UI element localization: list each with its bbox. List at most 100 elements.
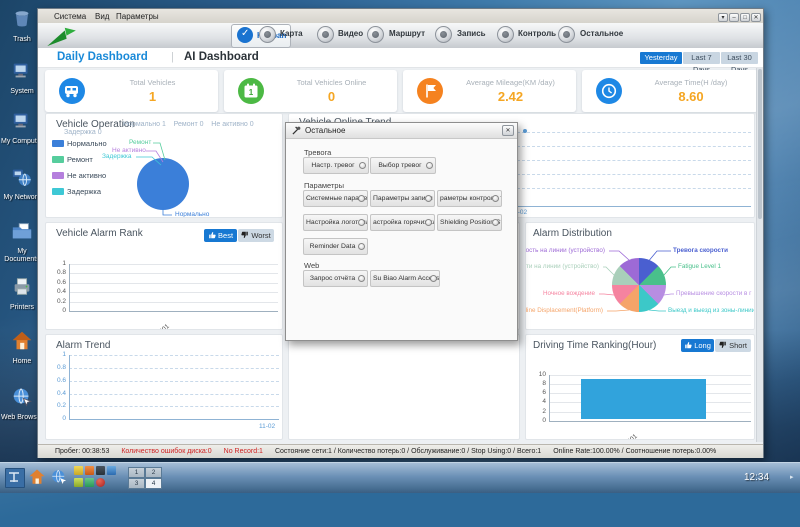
y-tick: 2: [528, 408, 546, 415]
toolbar-misc-button[interactable]: Остальное: [580, 29, 623, 38]
card-value: 8.60: [630, 89, 752, 104]
menu-view[interactable]: Вид: [95, 12, 109, 21]
taskbar-app-icon[interactable]: [5, 468, 25, 488]
filter-last-30-days[interactable]: Last 30 Days: [721, 52, 758, 64]
browser-icon: [11, 386, 33, 408]
record-params-button[interactable]: Параметры записи: [370, 190, 435, 207]
quick-launch-icon[interactable]: [85, 478, 94, 487]
pie-callout-label: Задержка: [102, 153, 132, 160]
button-badge-icon: [358, 243, 365, 250]
svg-text:1: 1: [249, 88, 254, 97]
pie-label: Offline Displacement(Platform): [525, 307, 603, 314]
y-tick: 0.4: [48, 390, 66, 397]
reminder-data-button[interactable]: Reminder Data: [303, 238, 368, 255]
tab-ai-dashboard[interactable]: AI Dashboard: [184, 51, 259, 63]
alarm-select-button[interactable]: Выбор тревог: [370, 157, 436, 174]
quick-launch-icon[interactable]: [107, 466, 116, 475]
workspace-1[interactable]: 1: [128, 467, 145, 478]
taskbar-browser-icon[interactable]: [50, 468, 68, 486]
map-icon[interactable]: [259, 26, 276, 43]
panel-title: Driving Time Ranking(Hour): [533, 340, 656, 351]
alarm-settings-button[interactable]: Настр. тревог: [303, 157, 369, 174]
quick-launch-icon[interactable]: [74, 478, 83, 487]
dialog-title-bar[interactable]: Остальное ✕: [286, 123, 517, 139]
taskbar-home-icon[interactable]: [28, 468, 46, 486]
taskbar: 1 2 3 4 12:34 ▸: [0, 462, 800, 493]
quick-launch-icon[interactable]: [96, 478, 105, 487]
card-value: 1: [93, 89, 212, 104]
folder-icon: [11, 220, 33, 242]
logo-settings-button[interactable]: Настройка логотипа: [303, 214, 368, 231]
tools-icon: [292, 126, 301, 135]
home-icon: [11, 330, 33, 352]
pie-label: орость на линии (устройство): [525, 247, 605, 254]
report-request-button[interactable]: Запрос отчёта: [303, 270, 368, 287]
pie-callout-lines: [46, 114, 283, 218]
toolbar-route-button[interactable]: Маршрут: [389, 29, 425, 38]
panel-hidden-middle-2: [288, 334, 520, 440]
system-params-button[interactable]: Системные параметры: [303, 190, 368, 207]
x-tick: 501: [158, 323, 171, 330]
window-close-button[interactable]: ✕: [751, 13, 761, 22]
record-icon[interactable]: [435, 26, 452, 43]
quick-launch-icon[interactable]: [85, 466, 94, 475]
toolbar-record-button[interactable]: Запись: [457, 29, 486, 38]
quick-launch-icon[interactable]: [96, 466, 105, 475]
video-icon[interactable]: [317, 26, 334, 43]
y-tick: 6: [528, 389, 546, 396]
workspace-3[interactable]: 3: [128, 478, 145, 489]
menu-parameters[interactable]: Параметры: [116, 12, 159, 21]
y-tick: 0.8: [48, 364, 66, 371]
calendar-icon: 1: [238, 78, 264, 104]
status-mileage: Пробег: 00:38:53: [55, 448, 109, 455]
y-tick: 10: [528, 371, 546, 378]
window-minimize-button[interactable]: –: [729, 13, 739, 22]
filter-yesterday[interactable]: Yesterday: [640, 52, 682, 64]
long-button[interactable]: Long: [681, 339, 714, 352]
tray-expand-arrow-icon[interactable]: ▸: [790, 473, 794, 481]
data-point: [523, 129, 527, 133]
toolbar: ✓ Kanban Карта Видео Маршрут Запись Конт…: [38, 23, 763, 49]
worst-button[interactable]: Worst: [238, 229, 274, 242]
y-tick: 0.6: [48, 279, 66, 286]
control-icon[interactable]: [497, 26, 514, 43]
thumbs-down-icon: [241, 231, 249, 239]
pie-label: Ночное вождение: [525, 290, 595, 297]
scrollbar-thumb[interactable]: [758, 69, 762, 219]
dialog-close-button[interactable]: ✕: [502, 125, 514, 136]
button-badge-icon: [426, 162, 433, 169]
window-maximize-button[interactable]: □: [740, 13, 750, 22]
shielding-position-button[interactable]: Shielding Position State: [437, 214, 502, 231]
button-badge-icon: [358, 195, 365, 202]
toolbar-map-button[interactable]: Карта: [280, 29, 303, 38]
window-shade-button[interactable]: ▾: [718, 13, 728, 22]
flag-icon: [417, 78, 443, 104]
card-average-mileage: Average Mileage(KM /day) 2.42: [403, 70, 576, 112]
toolbar-control-button[interactable]: Контроль: [518, 29, 556, 38]
subiao-alarm-accessory-button[interactable]: Su Biao Alarm Accessory: [370, 270, 440, 287]
tab-daily-dashboard[interactable]: Daily Dashboard: [57, 51, 148, 63]
short-button[interactable]: Short: [715, 339, 751, 352]
button-badge-icon: [430, 275, 437, 282]
vehicle-icon: [59, 78, 85, 104]
pie-label: сти на линии (устройство): [525, 263, 599, 270]
hotkey-settings-button[interactable]: астройка горячих клавиш: [370, 214, 435, 231]
quick-launch-icon[interactable]: [74, 466, 83, 475]
pie-label: Тревога скорости: [673, 247, 728, 254]
route-icon[interactable]: [367, 26, 384, 43]
filter-last-7-days[interactable]: Last 7 Days: [683, 52, 720, 64]
button-badge-icon: [358, 219, 365, 226]
content-scrollbar[interactable]: [756, 68, 763, 442]
workspace-2[interactable]: 2: [145, 467, 162, 478]
workspace-4[interactable]: 4: [145, 478, 162, 489]
card-label: Total Vehicles: [93, 78, 212, 87]
app-logo-arrow-icon: [44, 24, 80, 48]
best-button[interactable]: Best: [204, 229, 237, 242]
fuel-control-params-button[interactable]: раметры контроля топли: [437, 190, 502, 207]
card-label: Total Vehicles Online: [272, 78, 391, 87]
menu-system[interactable]: Система: [54, 12, 86, 21]
toolbar-video-button[interactable]: Видео: [338, 29, 363, 38]
y-tick: 1: [48, 260, 66, 267]
computer-icon: [11, 60, 33, 82]
misc-icon[interactable]: [558, 26, 575, 43]
